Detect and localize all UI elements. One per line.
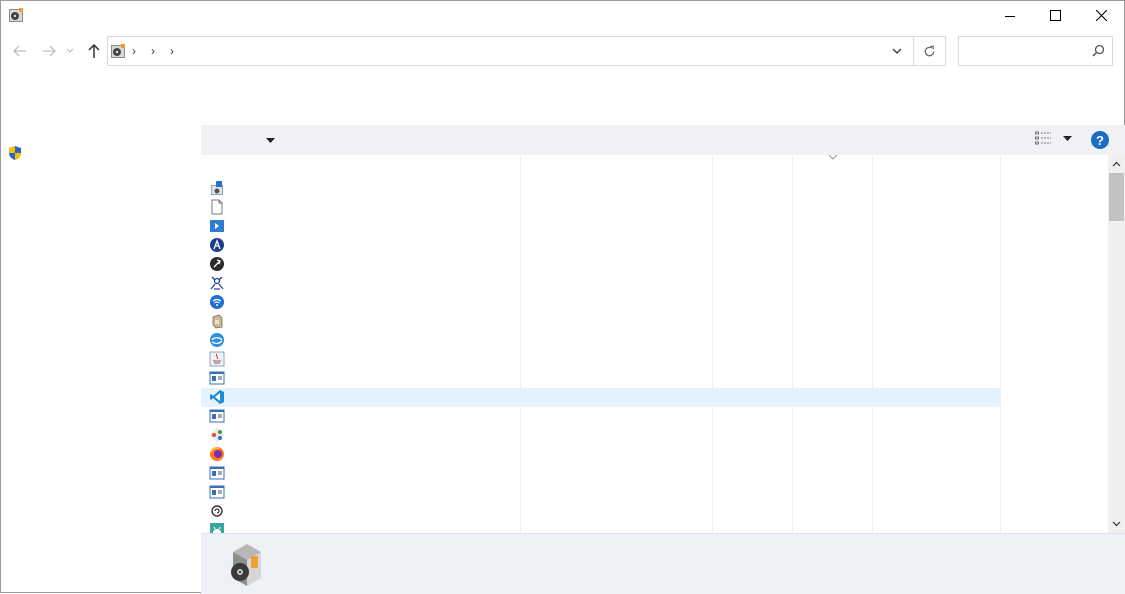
chevron-down-icon	[1063, 136, 1072, 141]
search-icon[interactable]	[1092, 44, 1105, 57]
blue-swirl-icon	[210, 333, 224, 347]
program-row[interactable]	[201, 236, 1001, 255]
breadcrumb-separator[interactable]: ›	[151, 44, 155, 58]
program-row[interactable]	[201, 312, 1001, 331]
program-row[interactable]	[201, 483, 1001, 502]
address-history-button[interactable]	[884, 37, 910, 65]
recent-locations-button[interactable]	[63, 41, 77, 61]
android-icon	[210, 523, 224, 533]
program-row[interactable]	[201, 369, 1001, 388]
help-button[interactable]: ?	[1091, 131, 1109, 149]
git-icon	[209, 427, 225, 443]
refresh-icon	[924, 45, 934, 56]
arrow-right-icon	[43, 45, 56, 57]
program-row[interactable]	[201, 521, 1001, 533]
program-row[interactable]	[201, 198, 1001, 217]
program-row[interactable]	[201, 426, 1001, 445]
details-pane	[201, 533, 1125, 594]
chevron-down-icon[interactable]	[828, 154, 838, 160]
program-row[interactable]	[201, 179, 1001, 198]
command-bar: ?	[201, 125, 1125, 155]
refresh-button[interactable]	[913, 36, 946, 66]
blue-a-icon	[210, 238, 224, 252]
box-icon	[212, 314, 223, 329]
close-button[interactable]	[1078, 0, 1124, 31]
scrollbar-thumb[interactable]	[1109, 173, 1124, 221]
small-circle-icon	[211, 505, 223, 517]
uac-shield-icon[interactable]	[7, 145, 23, 161]
title-bar[interactable]	[0, 0, 1125, 31]
back-button[interactable]	[10, 41, 30, 61]
minimize-icon	[1005, 15, 1015, 17]
blank-document-icon	[211, 199, 223, 215]
chevron-up-icon[interactable]	[1112, 161, 1121, 167]
breadcrumb-separator[interactable]: ›	[132, 44, 136, 58]
program-row[interactable]	[201, 217, 1001, 236]
maximize-button[interactable]	[1032, 0, 1078, 31]
program-row[interactable]	[201, 293, 1001, 312]
installer-icon	[211, 181, 223, 195]
program-row[interactable]	[201, 407, 1001, 426]
search-box[interactable]	[958, 36, 1113, 66]
chevron-down-icon	[892, 48, 902, 54]
organize-dropdown[interactable]	[263, 133, 277, 147]
forward-button[interactable]	[39, 41, 59, 61]
programs-features-icon	[9, 8, 23, 22]
window-app-icon	[209, 466, 225, 480]
vertical-scrollbar[interactable]	[1108, 155, 1125, 533]
up-button[interactable]	[84, 41, 104, 61]
program-row[interactable]	[201, 274, 1001, 293]
java-icon	[209, 351, 225, 367]
program-row[interactable]	[201, 445, 1001, 464]
program-list	[201, 155, 1108, 533]
close-icon	[1095, 10, 1107, 21]
program-row[interactable]	[201, 255, 1001, 274]
arrow-left-icon	[13, 45, 26, 57]
window-app-icon	[209, 371, 225, 385]
network-bug-icon	[210, 276, 224, 290]
breadcrumb-separator[interactable]: ›	[170, 44, 174, 58]
program-row[interactable]	[201, 502, 1001, 521]
programs-features-large-icon	[231, 544, 261, 586]
blue-app-icon	[210, 220, 224, 232]
maximize-icon	[1049, 10, 1061, 21]
change-view-button[interactable]	[1035, 131, 1075, 149]
minimize-button[interactable]	[987, 0, 1033, 31]
program-row[interactable]	[201, 464, 1001, 483]
window-app-icon	[209, 485, 225, 499]
chevron-down-icon	[265, 137, 275, 143]
arrow-up-icon	[88, 44, 100, 58]
program-row[interactable]	[201, 350, 1001, 369]
details-view-icon	[1035, 131, 1051, 145]
address-location-icon	[111, 44, 125, 58]
search-input[interactable]	[963, 41, 1087, 61]
dark-circle-icon	[210, 257, 224, 271]
window-app-icon	[209, 409, 225, 423]
vscode-icon	[210, 390, 224, 404]
firefox-icon	[210, 447, 224, 461]
chevron-down-icon	[66, 48, 74, 53]
program-row[interactable]	[201, 388, 1001, 407]
address-bar[interactable]	[107, 36, 914, 66]
chevron-down-icon[interactable]	[1112, 521, 1121, 527]
program-row[interactable]	[201, 331, 1001, 350]
wifi-circle-icon	[210, 295, 224, 309]
